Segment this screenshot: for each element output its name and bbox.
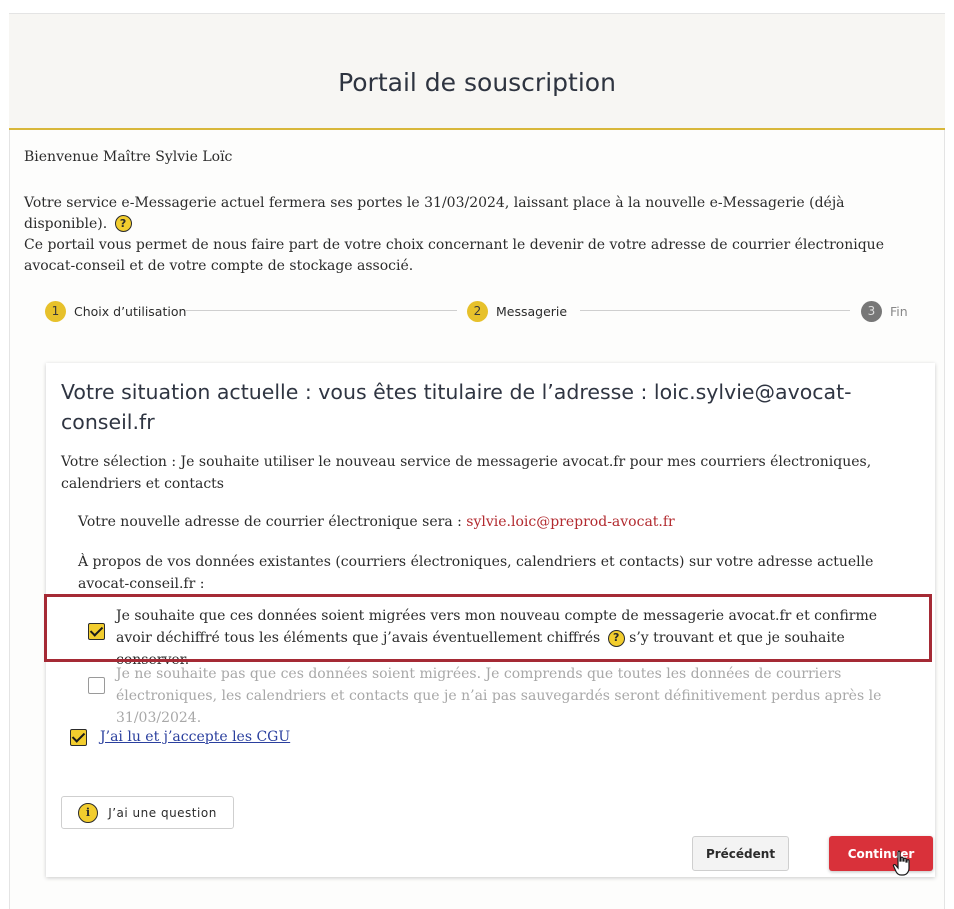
step-messagerie: 2 Messagerie [467, 298, 567, 324]
no-migrate-option-text: Je ne souhaite pas que ces données soien… [116, 666, 882, 726]
previous-button[interactable]: Précédent [692, 836, 789, 871]
question-button[interactable]: i J’ai une question [61, 796, 234, 829]
new-address-value: sylvie.loic@preprod-avocat.fr [466, 514, 675, 530]
no-migrate-checkbox[interactable] [88, 677, 105, 694]
step-number: 3 [861, 300, 882, 322]
new-address-label: Votre nouvelle adresse de courrier élect… [78, 514, 462, 530]
step-connector [580, 310, 850, 311]
notice-label: Votre service e-Messagerie actuel fermer… [24, 195, 845, 232]
continue-button[interactable]: Continuer [829, 836, 933, 871]
purpose-text: Ce portail vous permet de nous faire par… [24, 237, 884, 274]
card-title: Votre situation actuelle : vous êtes tit… [61, 380, 852, 434]
selection-text: Votre sélection : Je souhaite utiliser l… [61, 454, 872, 492]
page-header: Portail de souscription [9, 13, 945, 130]
new-address-line: Votre nouvelle adresse de courrier élect… [78, 511, 898, 533]
help-icon[interactable]: ? [114, 215, 132, 232]
step-choix: 1 Choix d’utilisation [45, 298, 186, 324]
cgu-link[interactable]: J’ai lu et j’accepte les CGU [100, 726, 290, 748]
step-label: Fin [890, 303, 908, 319]
step-label: Choix d’utilisation [74, 303, 187, 319]
step-number: 2 [467, 300, 488, 322]
welcome-text: Bienvenue Maître Sylvie Loïc [24, 149, 233, 165]
step-number: 1 [45, 300, 66, 322]
step-connector [185, 310, 457, 311]
step-fin: 3 Fin [861, 298, 908, 324]
info-icon: i [78, 802, 99, 823]
page-title: Portail de souscription [338, 68, 616, 97]
highlight-box [44, 594, 932, 662]
cgu-checkbox[interactable] [70, 729, 87, 746]
hand-cursor-icon [892, 850, 910, 876]
question-button-label: J’ai une question [108, 805, 217, 820]
step-label: Messagerie [496, 303, 568, 319]
notice-text: Votre service e-Messagerie actuel fermer… [24, 193, 924, 235]
data-question-text: À propos de vos données existantes (cour… [78, 554, 874, 592]
progress-stepper: 1 Choix d’utilisation 2 Messagerie 3 Fin [45, 298, 915, 324]
